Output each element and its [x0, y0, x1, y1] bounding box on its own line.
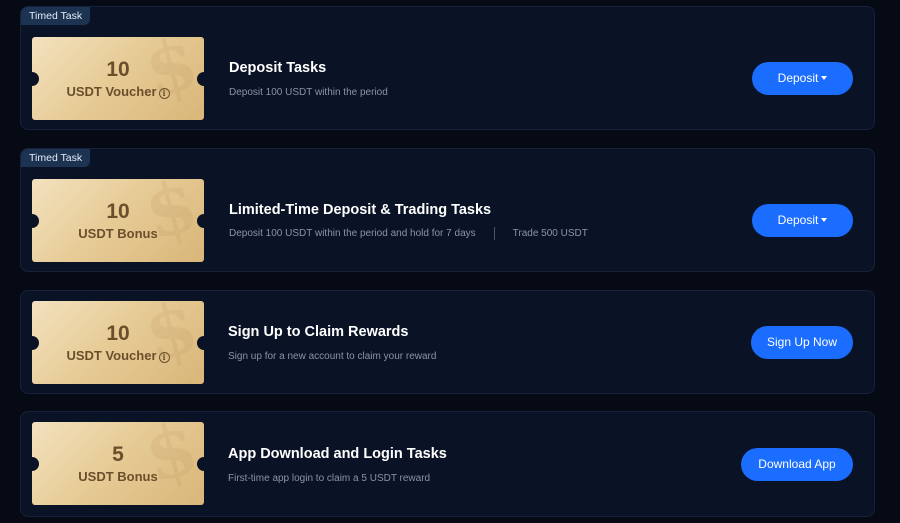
- voucher-unit-label: USDT Voucher: [66, 348, 157, 363]
- voucher-unit-label: USDT Voucher: [66, 84, 157, 99]
- task-card-deposit-trading: Timed Task $ 10 USDT Bonus Limited-Time …: [20, 148, 875, 272]
- voucher-unit: USDT Bonus: [32, 469, 204, 485]
- caret-down-icon: [821, 218, 828, 222]
- task-list: Timed Task $ 10 USDT Voucher i Deposit Ta…: [0, 0, 900, 523]
- task-title: Deposit Tasks: [229, 60, 327, 76]
- caret-down-icon: [821, 76, 828, 80]
- voucher-unit: USDT Bonus: [32, 226, 204, 242]
- voucher-unit: USDT Voucher i: [32, 84, 204, 100]
- sign-up-now-button[interactable]: Sign Up Now: [751, 326, 853, 359]
- task-card-app-download: $ 5 USDT Bonus App Download and Login Ta…: [20, 411, 875, 517]
- usdt-voucher-ticket: $ 10 USDT Voucher i: [32, 37, 204, 120]
- usdt-bonus-ticket: $ 10 USDT Bonus: [32, 179, 204, 262]
- task-description: Sign up for a new account to claim your …: [228, 351, 437, 362]
- download-app-button[interactable]: Download App: [741, 448, 853, 481]
- info-circle-icon[interactable]: i: [158, 88, 170, 99]
- timed-task-tag: Timed Task: [21, 7, 91, 25]
- timed-task-tag: Timed Task: [21, 149, 91, 167]
- task-title: Sign Up to Claim Rewards: [228, 324, 409, 340]
- task-description: First-time app login to claim a 5 USDT r…: [228, 473, 431, 484]
- voucher-unit-label: USDT Bonus: [78, 469, 158, 484]
- voucher-amount: 5: [112, 443, 124, 466]
- voucher-unit-label: USDT Bonus: [78, 226, 158, 241]
- deposit-button[interactable]: Deposit: [752, 62, 853, 95]
- info-circle-icon[interactable]: i: [158, 352, 170, 363]
- voucher-unit: USDT Voucher i: [32, 348, 204, 364]
- task-description-part-1: Deposit 100 USDT within the period and h…: [229, 228, 476, 240]
- usdt-bonus-ticket: $ 5 USDT Bonus: [32, 422, 204, 505]
- voucher-amount: 10: [106, 58, 130, 81]
- task-description-part-2: Trade 500 USDT: [512, 228, 588, 240]
- deposit-button-label: Deposit: [777, 71, 819, 85]
- voucher-amount: 10: [106, 200, 130, 223]
- deposit-button-label: Deposit: [777, 213, 819, 227]
- task-card-sign-up: $ 10 USDT Voucher i Sign Up to Claim Rewa…: [20, 290, 875, 394]
- divider: [493, 227, 495, 240]
- task-card-deposit: Timed Task $ 10 USDT Voucher i Deposit Ta…: [20, 6, 875, 130]
- task-title: Limited-Time Deposit & Trading Tasks: [229, 202, 492, 218]
- task-title: App Download and Login Tasks: [228, 446, 447, 462]
- task-description: Deposit 100 USDT within the period and h…: [229, 227, 588, 240]
- deposit-button[interactable]: Deposit: [752, 204, 853, 237]
- usdt-voucher-ticket: $ 10 USDT Voucher i: [32, 301, 204, 384]
- task-description: Deposit 100 USDT within the period: [229, 87, 388, 98]
- voucher-amount: 10: [106, 322, 130, 345]
